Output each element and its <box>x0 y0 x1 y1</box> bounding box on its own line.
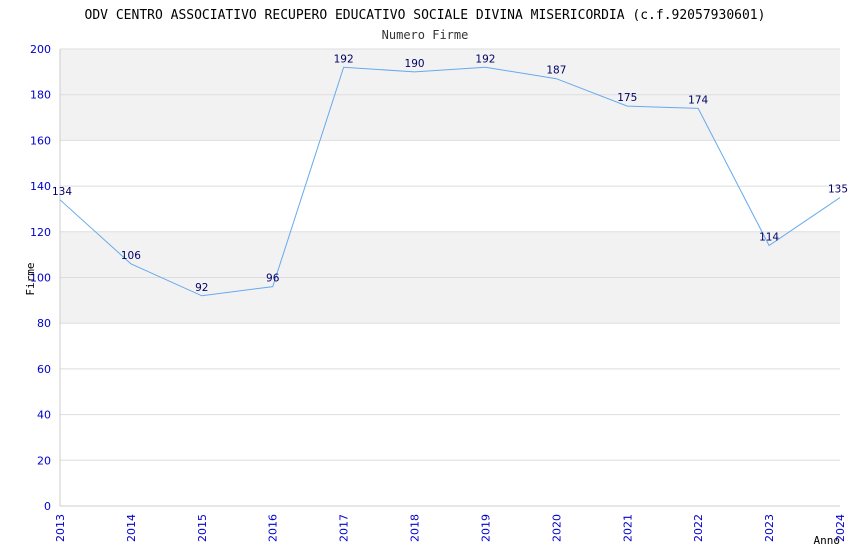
plot-band <box>60 49 840 95</box>
y-tick-label: 180 <box>30 89 51 102</box>
x-tick-label: 2018 <box>409 514 422 542</box>
x-tick-label: 2021 <box>621 514 634 542</box>
x-tick-label: 2022 <box>692 514 705 542</box>
x-tick-labels: 2013 2014 2015 2016 2017 2018 2019 2020 2021 2022… <box>54 514 847 542</box>
data-label: 192 <box>475 53 495 65</box>
x-tick-label: 2023 <box>763 514 776 542</box>
y-tick-label: 80 <box>37 317 51 330</box>
data-label: 106 <box>121 250 141 262</box>
line-chart: 020406080100120140160180200 2013 2014 2015… <box>24 8 848 547</box>
chart-subtitle: Numero Firme <box>382 28 469 42</box>
data-label: 114 <box>759 232 779 244</box>
data-label: 190 <box>405 58 425 70</box>
y-tick-label: 140 <box>30 180 51 193</box>
x-tick-label: 2014 <box>125 514 138 542</box>
data-label: 96 <box>266 273 280 285</box>
y-tick-label: 200 <box>30 43 51 56</box>
x-tick-label: 2019 <box>479 514 492 542</box>
plot-band <box>60 231 840 278</box>
x-tick-label: 2020 <box>550 514 563 542</box>
data-label: 187 <box>546 65 566 77</box>
data-label: 134 <box>52 186 72 198</box>
data-label: 92 <box>195 282 208 294</box>
x-tick-label: 2013 <box>54 514 67 542</box>
x-tick-label: 2016 <box>267 514 280 542</box>
data-label: 192 <box>334 53 354 65</box>
chart-title: ODV CENTRO ASSOCIATIVO RECUPERO EDUCATIV… <box>85 8 766 23</box>
plot-band <box>60 94 840 141</box>
data-label: 135 <box>828 184 848 196</box>
x-axis-title: Anno <box>814 534 841 547</box>
y-tick-label: 120 <box>30 226 51 239</box>
x-tick-label: 2015 <box>196 514 209 542</box>
y-tick-label: 0 <box>44 500 51 513</box>
y-tick-label: 20 <box>37 454 51 467</box>
y-tick-label: 40 <box>37 409 51 422</box>
x-tick-label: 2017 <box>338 514 351 542</box>
data-label: 175 <box>617 92 637 104</box>
data-label: 174 <box>688 94 708 106</box>
y-tick-label: 60 <box>37 363 51 376</box>
y-axis-title: Firme <box>24 262 37 295</box>
y-tick-label: 160 <box>30 134 51 147</box>
